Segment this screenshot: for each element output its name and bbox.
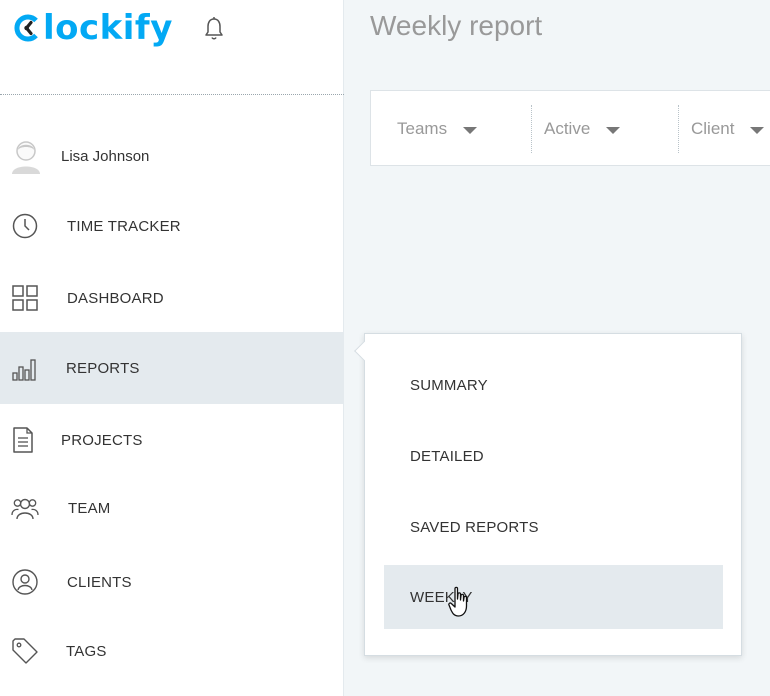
clock-icon (12, 213, 38, 239)
caret-down-icon (606, 126, 621, 134)
bell-icon[interactable] (203, 16, 225, 42)
filter-bar: Teams Active Client (370, 90, 770, 166)
page-title: Weekly report (370, 10, 543, 41)
reports-submenu: SUMMARY DETAILED SAVED REPORTS WEEKLY (364, 333, 742, 656)
sidebar-item-team[interactable]: TEAM (0, 472, 344, 544)
user-profile[interactable]: Lisa Johnson (10, 136, 149, 176)
caret-down-icon (463, 126, 478, 134)
sidebar-item-time-tracker[interactable]: TIME TRACKER (0, 190, 344, 262)
tag-icon (12, 638, 38, 664)
submenu-item-label: SAVED REPORTS (410, 518, 539, 536)
clockify-logo[interactable]: lockify (12, 6, 173, 50)
submenu-item-summary[interactable]: SUMMARY (384, 353, 723, 417)
bar-chart-icon (12, 359, 36, 381)
sidebar-item-dashboard[interactable]: DASHBOARD (0, 262, 344, 334)
user-name: Lisa Johnson (61, 147, 150, 165)
hand-cursor-icon (448, 586, 468, 617)
sidebar-divider (0, 94, 344, 95)
submenu-item-weekly[interactable]: WEEKLY (384, 565, 723, 629)
filter-label: Teams (397, 119, 448, 138)
sidebar-item-label: TIME TRACKER (67, 217, 181, 235)
clockify-logo-icon (14, 14, 38, 42)
user-avatar-icon (12, 141, 40, 174)
team-icon (11, 498, 39, 520)
submenu-item-label: SUMMARY (410, 376, 488, 394)
filter-divider (678, 105, 679, 153)
sidebar-item-label: CLIENTS (67, 573, 132, 591)
sidebar-item-tags[interactable]: TAGS (0, 615, 344, 687)
caret-down-icon (750, 126, 765, 134)
filter-teams-dropdown[interactable]: Teams (397, 91, 478, 167)
sidebar: lockify Lisa Johnson TIME TRACKER DASHBO… (0, 0, 344, 696)
filter-divider (531, 105, 532, 153)
filter-active-dropdown[interactable]: Active (544, 91, 621, 167)
filter-client-dropdown[interactable]: Client (691, 91, 765, 167)
client-icon (12, 569, 38, 595)
sidebar-item-label: DASHBOARD (67, 289, 164, 307)
sidebar-item-label: TAGS (66, 642, 107, 660)
logo-text: lockify (43, 8, 173, 48)
dashboard-grid-icon (12, 285, 38, 311)
submenu-item-label: DETAILED (410, 447, 484, 465)
filter-label: Client (691, 119, 735, 138)
submenu-item-saved-reports[interactable]: SAVED REPORTS (384, 495, 723, 559)
sidebar-item-label: TEAM (68, 499, 111, 517)
sidebar-item-label: REPORTS (66, 359, 140, 377)
document-icon (13, 427, 33, 453)
sidebar-item-reports[interactable]: REPORTS (0, 332, 344, 404)
submenu-item-detailed[interactable]: DETAILED (384, 424, 723, 488)
sidebar-item-projects[interactable]: PROJECTS (0, 404, 344, 476)
sidebar-item-clients[interactable]: CLIENTS (0, 546, 344, 618)
filter-label: Active (544, 119, 591, 138)
sidebar-item-label: PROJECTS (61, 431, 143, 449)
